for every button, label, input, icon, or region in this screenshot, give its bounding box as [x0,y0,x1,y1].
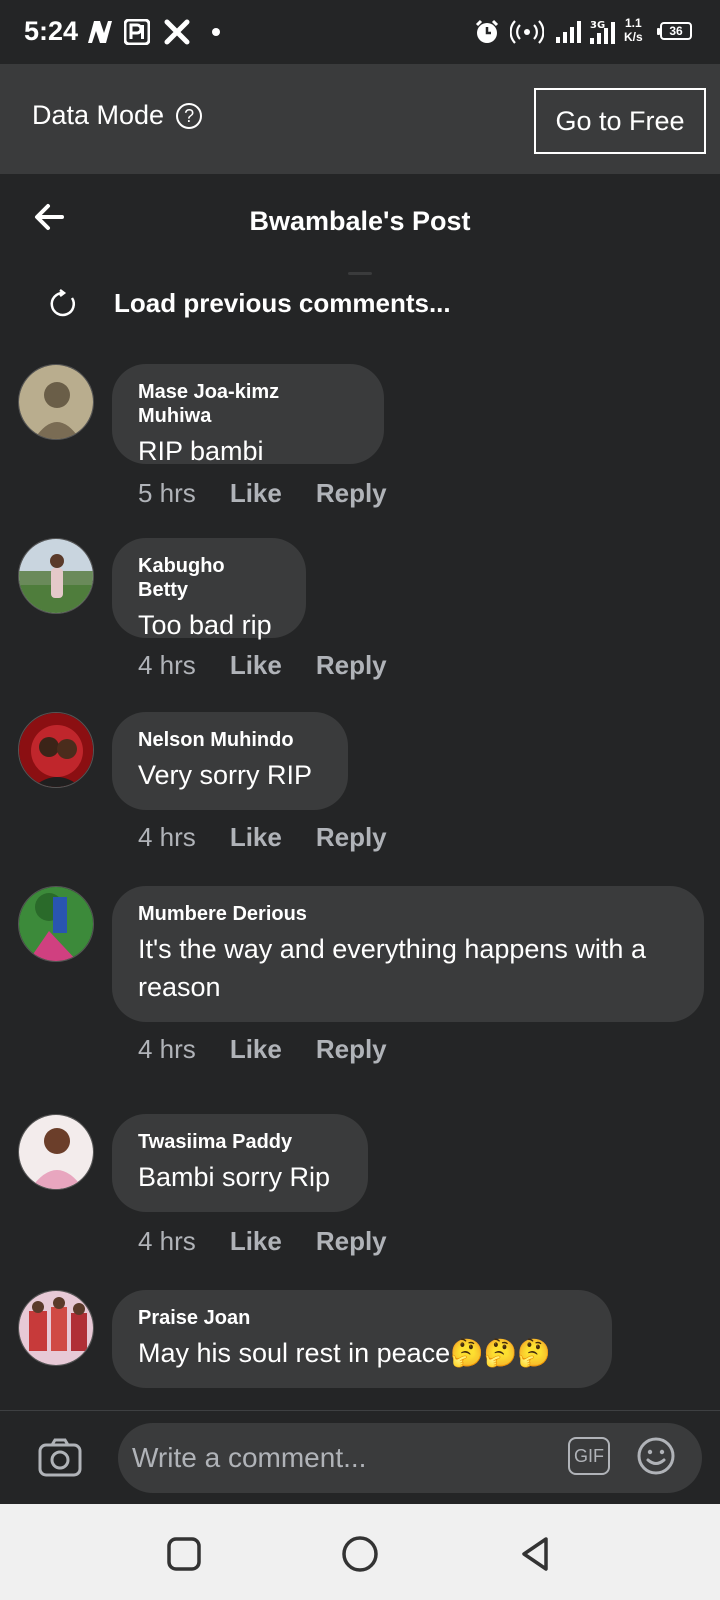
net-speed: 1.1 K/s [624,16,643,44]
svg-text:3G: 3G [590,20,605,31]
comment-actions: 4 hrs Like Reply [138,822,387,853]
like-button[interactable]: Like [230,478,282,509]
hotspot-icon [510,18,544,46]
battery-level: 36 [669,24,683,38]
battery-icon: 36 [657,22,692,40]
data-mode-label: Data Mode [32,100,165,130]
reply-button[interactable]: Reply [316,650,387,681]
signal-3g-icon: 3G [590,18,620,46]
data-mode-banner: Data Mode ? Go to Free [0,64,720,174]
comment-bubble[interactable]: Praise Joan May his soul rest in peace🤔🤔… [112,1290,612,1388]
drag-handle [348,272,372,275]
comment-actions: 4 hrs Like Reply [138,1034,387,1065]
alarm-icon [474,18,500,46]
net-speed-unit: K/s [624,30,643,44]
camera-icon[interactable] [38,1437,82,1477]
comment-author[interactable]: Mumbere Derious [138,902,678,926]
reply-button[interactable]: Reply [316,822,387,853]
comment-actions: 5 hrs Like Reply [138,478,387,509]
comment-text: RIP bambi [138,436,264,466]
comment-time: 4 hrs [138,1226,196,1256]
signal-icon [556,18,586,46]
comment-actions: 4 hrs Like Reply [138,1226,387,1257]
avatar[interactable] [18,886,94,962]
comment-time: 4 hrs [138,822,196,852]
comment-composer: Write a comment... GIF [0,1410,720,1505]
comment-bubble[interactable]: Mumbere Derious It's the way and everyth… [112,886,704,1022]
comment-author[interactable]: Nelson Muhindo [138,728,322,752]
page-title: Bwambale's Post [249,206,471,236]
comment-bubble[interactable]: Twasiima Paddy Bambi sorry Rip [112,1114,368,1212]
p-app-icon [124,18,150,46]
load-previous-comments[interactable]: Load previous comments... [48,288,451,319]
comment-bubble[interactable]: Nelson Muhindo Very sorry RIP [112,712,348,810]
back-nav-icon[interactable] [516,1534,556,1574]
reply-button[interactable]: Reply [316,478,387,509]
home-icon[interactable] [340,1534,380,1574]
comment-text: It's the way and everything happens with… [138,934,646,1002]
avatar[interactable] [18,1114,94,1190]
recents-icon[interactable] [164,1534,204,1574]
comment-time: 5 hrs [138,478,196,508]
comment-input-placeholder: Write a comment... [132,1442,367,1473]
avatar[interactable] [18,712,94,788]
help-icon[interactable]: ? [176,102,203,129]
n-logo-icon [84,18,114,46]
reply-button[interactable]: Reply [316,1226,387,1257]
refresh-icon [50,288,75,316]
avatar[interactable] [18,538,94,614]
comment-author[interactable]: Kabugho Betty [138,554,280,602]
comment-actions: 4 hrs Like Reply [138,650,387,681]
comment-text: Very sorry RIP [138,760,313,790]
emoji-icon[interactable] [636,1436,676,1476]
comment-text: May his soul rest in peace🤔🤔🤔 [138,1338,552,1368]
comment-input[interactable]: Write a comment... [118,1423,702,1493]
status-bar: 5:24 3G 1.1 K/s 36 [0,0,720,64]
like-button[interactable]: Like [230,1034,282,1065]
comment-author[interactable]: Praise Joan [138,1306,586,1330]
avatar[interactable] [18,1290,94,1366]
status-time: 5:24 [24,16,79,46]
avatar[interactable] [18,364,94,440]
gif-icon[interactable]: GIF [568,1437,610,1475]
data-mode-toggle[interactable]: Data Mode ? [32,100,203,131]
net-speed-value: 1.1 [625,16,642,30]
comment-author[interactable]: Twasiima Paddy [138,1130,342,1154]
go-to-free-button[interactable]: Go to Free [534,88,706,154]
comment-bubble[interactable]: Mase Joa-kimz Muhiwa RIP bambi [112,364,384,466]
load-previous-label: Load previous comments... [114,288,451,318]
comment-author[interactable]: Mase Joa-kimz Muhiwa [138,380,358,428]
like-button[interactable]: Like [230,822,282,853]
reply-button[interactable]: Reply [316,1034,387,1065]
comment-bubble[interactable]: Kabugho Betty Too bad rip [112,538,306,640]
like-button[interactable]: Like [230,1226,282,1257]
comment-text: Bambi sorry Rip [138,1162,331,1192]
system-nav-bar [0,1504,720,1600]
comment-time: 4 hrs [138,650,196,680]
dot-icon [212,28,220,36]
comment-time: 4 hrs [138,1034,196,1064]
like-button[interactable]: Like [230,650,282,681]
x-app-icon [164,18,190,46]
comment-text: Too bad rip [138,610,272,640]
gif-label: GIF [574,1445,604,1466]
